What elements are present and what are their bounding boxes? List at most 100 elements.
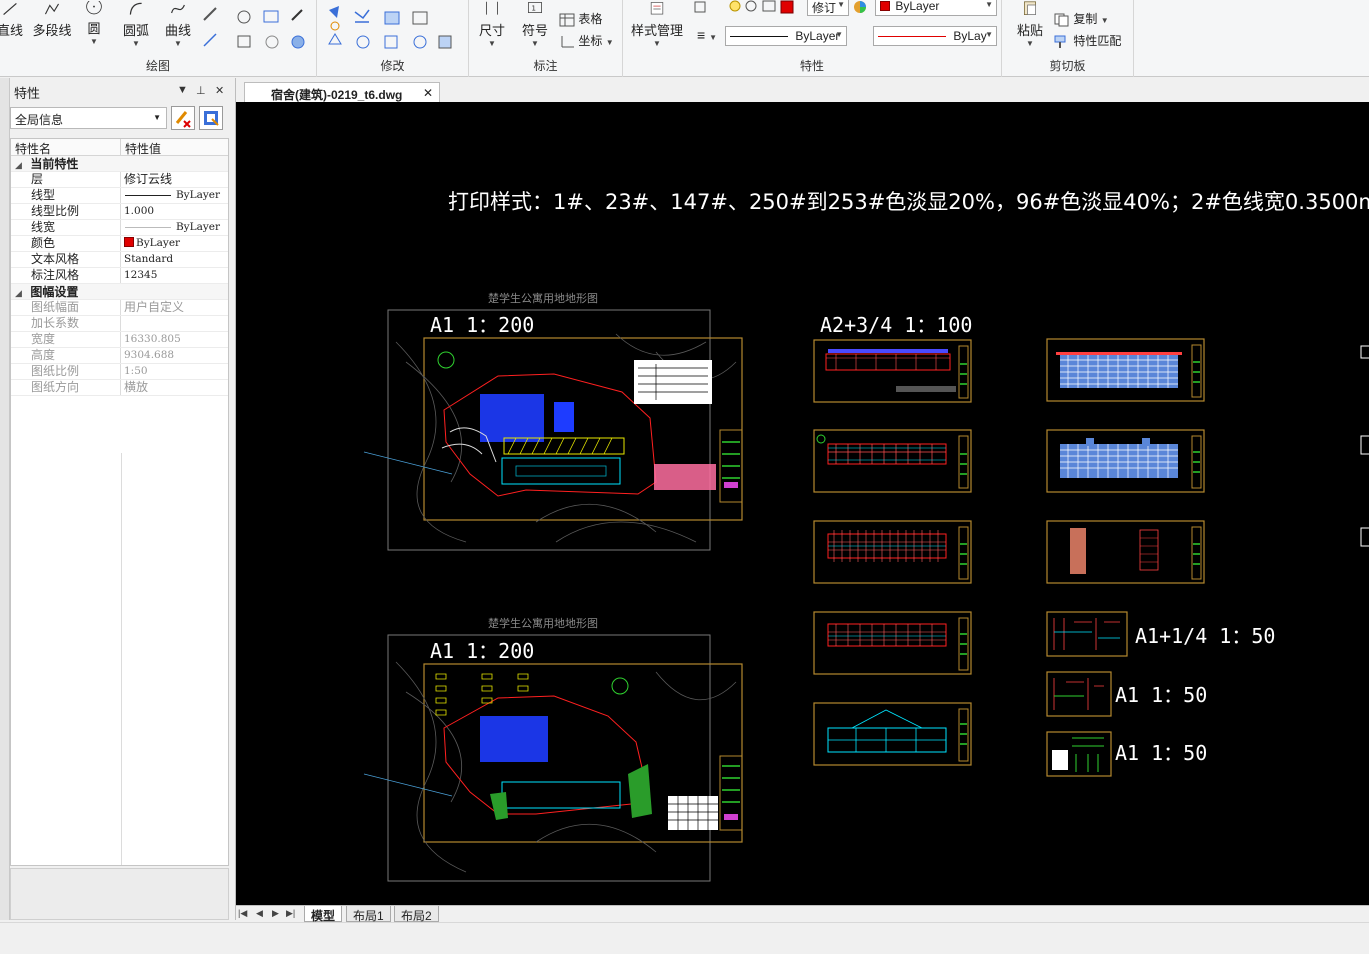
arc-dropdown-icon[interactable]: ▼ xyxy=(118,39,154,48)
property-value[interactable]: 1.000 xyxy=(121,204,228,219)
tab-layout2[interactable]: 布局2 xyxy=(394,906,439,923)
color-wheel-icon[interactable] xyxy=(852,0,868,16)
dimension-button[interactable]: 尺寸 ▼ xyxy=(475,0,509,48)
color-combo[interactable]: ByLayer ▼ xyxy=(875,0,997,16)
property-name: 文本风格 xyxy=(11,252,121,267)
copy-button[interactable]: 复制 ▼ xyxy=(1054,10,1109,28)
site-plan-bottom[interactable]: 楚学生公寓用地地形图 A1 1：200 xyxy=(363,616,743,882)
document-tab[interactable]: 宿舍(建筑)-0219_t6.dwg ✕ xyxy=(244,82,440,102)
circle-dropdown-icon[interactable]: ▼ xyxy=(78,37,110,46)
toggle-pickadd-button[interactable] xyxy=(171,106,195,130)
quick-select-button[interactable] xyxy=(199,106,223,130)
property-value-linetype[interactable]: ByLayer xyxy=(121,188,228,203)
line-label: 直线 xyxy=(0,22,23,38)
style-manager-button[interactable]: 样式管理 ▼ xyxy=(627,0,687,48)
last-layout-icon[interactable]: ▶| xyxy=(286,908,295,919)
symbol-button[interactable]: 1 符号 ▼ xyxy=(517,0,553,48)
drawing-canvas[interactable]: 打印样式：1#、23#、147#、250#到253#色淡显20%，96#色淡显4… xyxy=(236,102,1369,905)
collapse-icon[interactable]: ◢ xyxy=(15,285,27,301)
property-grid-header: 特性名 特性值 xyxy=(11,139,228,156)
property-row-linetype-scale[interactable]: 线型比例 1.000 xyxy=(11,204,228,220)
draw-small-icons[interactable] xyxy=(202,6,312,56)
property-row-text-style[interactable]: 文本风格 Standard xyxy=(11,252,228,268)
table-button[interactable]: 表格 xyxy=(559,10,602,28)
dimension-dropdown-icon[interactable]: ▼ xyxy=(475,39,509,48)
roof-sheet[interactable] xyxy=(813,702,972,766)
property-row-dim-style[interactable]: 标注风格 12345 xyxy=(11,268,228,284)
property-value-lineweight[interactable]: ByLayer xyxy=(121,220,228,235)
section-current-properties[interactable]: ◢ 当前特性 xyxy=(11,156,228,172)
arc-button[interactable]: 圆弧 ▼ xyxy=(118,0,154,48)
next-layout-icon[interactable]: ▶ xyxy=(272,908,279,919)
elevation-sheet-2[interactable] xyxy=(1046,429,1205,493)
property-value[interactable]: 12345 xyxy=(121,268,228,283)
plan-sheet-4[interactable] xyxy=(813,611,972,675)
linetype-combo-dropdown-icon[interactable]: ▼ xyxy=(835,30,843,39)
cad-drawing[interactable]: 打印样式：1#、23#、147#、250#到253#色淡显20%，96#色淡显4… xyxy=(236,102,1369,905)
circle-icon xyxy=(86,0,102,14)
coordinate-icon xyxy=(561,35,574,48)
curve-button[interactable]: 曲线 ▼ xyxy=(160,0,196,48)
coordinate-dropdown-icon[interactable]: ▼ xyxy=(606,38,614,47)
linetype-combo[interactable]: ByLayer ▼ xyxy=(725,26,847,46)
symbol-dropdown-icon[interactable]: ▼ xyxy=(517,39,553,48)
circle-button[interactable]: 圆 ▼ xyxy=(78,0,110,46)
prev-layout-icon[interactable]: ◀ xyxy=(256,908,263,919)
panel-side-strip[interactable] xyxy=(0,78,10,920)
property-value-color[interactable]: ByLayer xyxy=(121,236,228,251)
section-sheet[interactable] xyxy=(1046,520,1205,584)
property-row-width: 宽度 16330.805 xyxy=(11,332,228,348)
color-combo-dropdown-icon[interactable]: ▼ xyxy=(985,0,993,9)
plan-sheet-1[interactable] xyxy=(813,339,972,403)
property-name: 加长系数 xyxy=(11,316,121,331)
close-tab-icon[interactable]: ✕ xyxy=(423,86,433,100)
property-row-layer[interactable]: 层 修订云线 xyxy=(11,172,228,188)
property-value: 1:50 xyxy=(124,365,148,377)
site-plan-top[interactable]: 楚学生公寓用地地形图 A1 1：200 xyxy=(363,291,743,551)
pin-icon[interactable]: ⊥ xyxy=(196,84,206,97)
match-props-button[interactable]: 特性匹配 xyxy=(1054,32,1121,50)
pink-parking-area xyxy=(654,464,716,490)
close-icon[interactable]: ✕ xyxy=(215,84,224,97)
property-value[interactable]: Standard xyxy=(121,252,228,267)
section-sheet-settings[interactable]: ◢ 图幅设置 xyxy=(11,284,228,300)
plan-sheet-2[interactable] xyxy=(813,429,972,493)
offscreen-sheet-marker-3 xyxy=(1360,527,1369,547)
paste-button[interactable]: 粘贴 ▼ xyxy=(1010,0,1050,48)
style-manager-dropdown-icon[interactable]: ▼ xyxy=(627,39,687,48)
panel-menu-icon[interactable]: ▼ xyxy=(177,84,188,96)
detail-sheet-2[interactable]: A1 1：50 xyxy=(1046,671,1207,717)
detail-sheet-1[interactable]: A1+1/4 1：50 xyxy=(1046,611,1275,657)
property-value[interactable]: 修订云线 xyxy=(121,172,228,187)
building-main-cyan xyxy=(501,457,621,485)
layer-combo[interactable]: 修订 ▼ xyxy=(807,0,849,16)
property-value: 用户自定义 xyxy=(124,300,185,314)
paste-dropdown-icon[interactable]: ▼ xyxy=(1010,39,1050,48)
line-button[interactable]: 直线 xyxy=(0,0,26,39)
polyline-button[interactable]: 多段线 xyxy=(30,0,74,39)
lineweight-combo[interactable]: ByLay ▼ xyxy=(873,26,997,46)
building-dormitory-blue-bottom xyxy=(480,716,548,762)
match-props-icon xyxy=(1054,35,1066,48)
curve-dropdown-icon[interactable]: ▼ xyxy=(160,39,196,48)
property-row-color[interactable]: 颜色 ByLayer xyxy=(11,236,228,252)
modify-tool-icons[interactable] xyxy=(325,4,465,56)
copy-dropdown-icon[interactable]: ▼ xyxy=(1101,16,1109,25)
tab-model[interactable]: 模型 xyxy=(304,906,343,923)
tab-layout1[interactable]: 布局1 xyxy=(346,906,391,923)
first-layout-icon[interactable]: |◀ xyxy=(238,908,247,919)
layer-state-icons[interactable] xyxy=(693,0,813,16)
coordinate-button[interactable]: 坐标 ▼ xyxy=(559,32,614,50)
elevation-sheet-1[interactable] xyxy=(1046,338,1205,402)
object-selector-dropdown-icon[interactable]: ▼ xyxy=(153,113,161,122)
object-selector[interactable]: 全局信息 ▼ xyxy=(10,107,167,129)
plan-sheet-3[interactable] xyxy=(813,520,972,584)
paste-icon xyxy=(1024,0,1036,15)
lineweight-combo-dropdown-icon[interactable]: ▼ xyxy=(985,30,993,39)
lineweight-list-icon[interactable]: ≡ ▼ xyxy=(697,27,717,43)
property-row-linetype[interactable]: 线型 ByLayer xyxy=(11,188,228,204)
property-row-lineweight[interactable]: 线宽 ByLayer xyxy=(11,220,228,236)
layer-combo-dropdown-icon[interactable]: ▼ xyxy=(837,0,845,9)
collapse-icon[interactable]: ◢ xyxy=(15,157,27,173)
detail-sheet-3[interactable]: A1 1：50 xyxy=(1046,731,1207,777)
